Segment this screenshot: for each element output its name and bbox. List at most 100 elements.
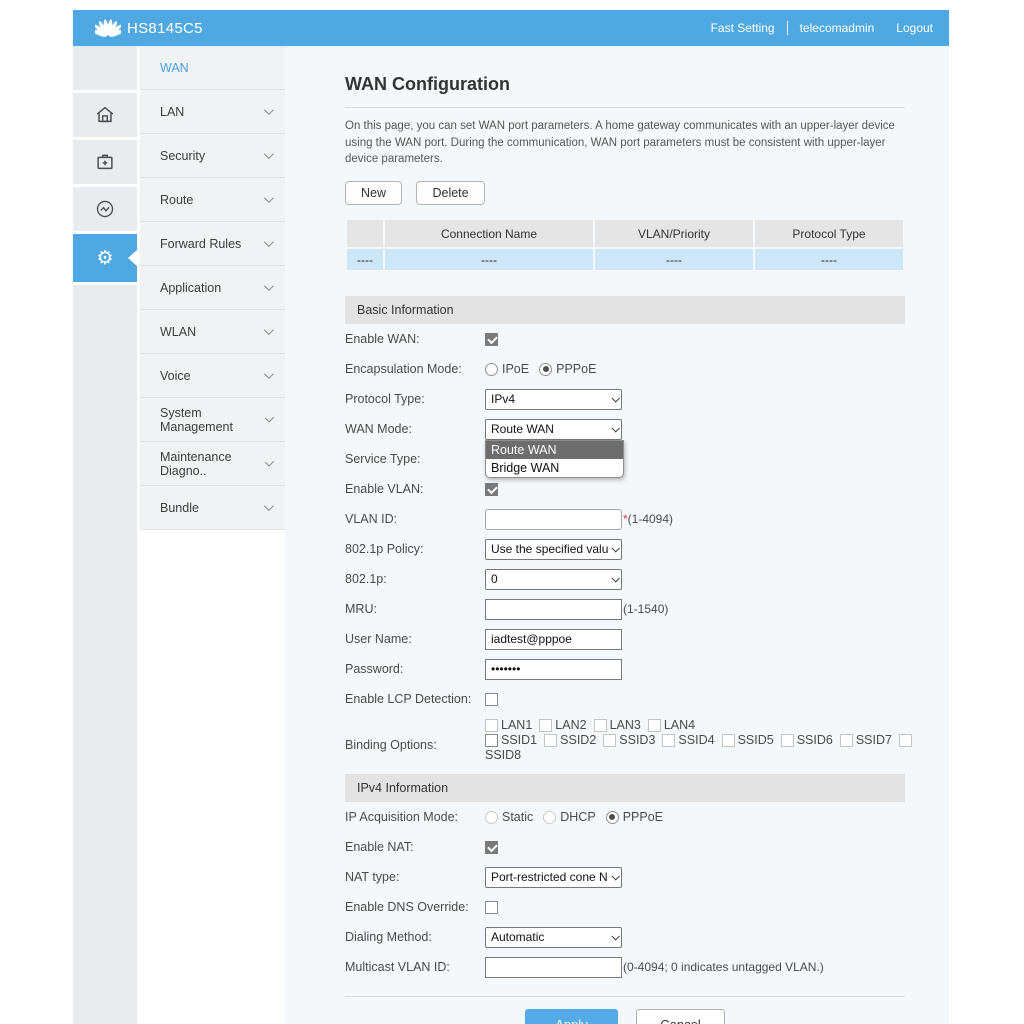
chevron-down-icon	[611, 394, 619, 402]
nat-type-row: NAT type: Port-restricted cone N	[345, 862, 905, 892]
mru-input[interactable]	[485, 599, 622, 620]
wan-connections-table: Connection Name VLAN/Priority Protocol T…	[345, 218, 905, 272]
header-divider	[787, 21, 788, 35]
sidebar-item-system-management[interactable]: System Management	[140, 398, 285, 442]
sidebar-item-application[interactable]: Application	[140, 266, 285, 310]
logged-in-username: telecomadmin	[800, 21, 875, 35]
chevron-down-icon	[611, 932, 619, 940]
huawei-logo-icon	[95, 16, 121, 40]
user-name-row: User Name:	[345, 624, 905, 654]
pppoe-radio[interactable]	[539, 363, 552, 376]
wan-mode-select[interactable]: Route WAN	[485, 419, 622, 440]
sidebar-item-wlan[interactable]: WLAN	[140, 310, 285, 354]
lcp-detection-checkbox[interactable]	[485, 693, 498, 706]
table-header-row: Connection Name VLAN/Priority Protocol T…	[347, 220, 903, 247]
sidebar-menu: WAN LAN Security Route Forward Rules App…	[140, 46, 285, 1024]
chevron-down-icon	[264, 149, 274, 159]
lan4-checkbox	[648, 719, 661, 732]
sidebar-item-security[interactable]: Security	[140, 134, 285, 178]
enable-wan-checkbox[interactable]	[485, 333, 498, 346]
8021p-row: 802.1p: 0	[345, 564, 905, 594]
vlan-id-row: VLAN ID: *(1-4094)	[345, 504, 905, 534]
wan-mode-dropdown-list: Route WAN Bridge WAN	[485, 440, 624, 478]
logout-link[interactable]: Logout	[896, 21, 933, 35]
chevron-down-icon	[264, 193, 274, 203]
enable-nat-checkbox[interactable]	[485, 841, 498, 854]
8021p-select[interactable]: 0	[485, 569, 622, 590]
delete-button[interactable]: Delete	[416, 181, 484, 205]
sidebar-item-forward-rules[interactable]: Forward Rules	[140, 222, 285, 266]
sidebar-item-lan[interactable]: LAN	[140, 90, 285, 134]
binding-options-row: Binding Options: LAN1 LAN2 LAN3 LAN4 SSI…	[345, 714, 905, 772]
lan2-checkbox	[539, 719, 552, 732]
apply-button[interactable]: Apply	[525, 1009, 618, 1024]
table-header-protocol-type: Protocol Type	[755, 220, 903, 247]
ssid2-checkbox	[544, 734, 557, 747]
diagnose-gauge-icon[interactable]	[73, 187, 137, 231]
multicast-vlan-input[interactable]	[485, 957, 622, 978]
sidebar-item-wan[interactable]: WAN	[140, 46, 285, 90]
mru-row: MRU: (1-1540)	[345, 594, 905, 624]
sidebar-item-voice[interactable]: Voice	[140, 354, 285, 398]
dialing-method-select[interactable]: Automatic	[485, 927, 622, 948]
device-model-title: HS8145C5	[127, 20, 203, 37]
lan1-checkbox	[485, 719, 498, 732]
multicast-vlan-row: Multicast VLAN ID: (0-4094; 0 indicates …	[345, 952, 905, 982]
password-input[interactable]	[485, 659, 622, 680]
gear-icon: ⚙	[96, 249, 113, 268]
table-cell: ----	[347, 249, 383, 270]
table-cell: ----	[595, 249, 753, 270]
ipoe-radio[interactable]	[485, 363, 498, 376]
protocol-type-row: Protocol Type: IPv4	[345, 384, 905, 414]
sidebar-item-route[interactable]: Route	[140, 178, 285, 222]
ssid4-checkbox	[662, 734, 675, 747]
user-name-input[interactable]	[485, 629, 622, 650]
service-type-row: Service Type:	[345, 444, 905, 474]
ssid1-checkbox[interactable]	[485, 734, 498, 747]
chevron-down-icon	[611, 424, 619, 432]
ssid5-checkbox	[722, 734, 735, 747]
encapsulation-mode-row: Encapsulation Mode: IPoE PPPoE	[345, 354, 905, 384]
fast-setting-link[interactable]: Fast Setting	[711, 21, 775, 35]
dropdown-option-route-wan[interactable]: Route WAN	[486, 441, 623, 459]
table-header-vlan-priority: VLAN/Priority	[595, 220, 753, 247]
dns-override-row: Enable DNS Override:	[345, 892, 905, 922]
pppoe-acquisition-radio[interactable]	[606, 811, 619, 824]
chevron-down-icon	[611, 872, 619, 880]
dropdown-option-bridge-wan[interactable]: Bridge WAN	[486, 459, 623, 477]
table-row[interactable]: ---- ---- ---- ----	[347, 249, 903, 270]
static-radio	[485, 811, 498, 824]
chevron-down-icon	[264, 501, 274, 511]
dns-override-checkbox[interactable]	[485, 901, 498, 914]
8021p-policy-row: 802.1p Policy: Use the specified valu	[345, 534, 905, 564]
vlan-id-input[interactable]	[485, 509, 622, 530]
sidebar-item-bundle[interactable]: Bundle	[140, 486, 285, 530]
lcp-detection-row: Enable LCP Detection:	[345, 684, 905, 714]
router-admin-page: HS8145C5 Fast Setting telecomadmin Logou…	[0, 0, 1024, 1024]
sidebar-item-maintenance-diagnose[interactable]: Maintenance Diagno..	[140, 442, 285, 486]
title-divider	[345, 107, 905, 108]
table-header-select	[347, 220, 383, 247]
chevron-down-icon	[264, 325, 274, 335]
ssid8-label: SSID8	[485, 748, 521, 762]
new-button[interactable]: New	[345, 181, 402, 205]
protocol-type-select[interactable]: IPv4	[485, 389, 622, 410]
service-kit-icon[interactable]	[73, 140, 137, 184]
top-header-bar: HS8145C5 Fast Setting telecomadmin Logou…	[73, 10, 949, 46]
ssid3-checkbox	[603, 734, 616, 747]
chevron-down-icon	[611, 544, 619, 552]
dhcp-radio	[543, 811, 556, 824]
ssid6-checkbox	[781, 734, 794, 747]
enable-nat-row: Enable NAT:	[345, 832, 905, 862]
home-icon[interactable]	[73, 93, 137, 137]
cancel-button[interactable]: Cancel	[636, 1009, 724, 1024]
settings-gear-icon[interactable]: ⚙	[73, 234, 137, 282]
nat-type-select[interactable]: Port-restricted cone N	[485, 867, 622, 888]
section-basic-information: Basic Information	[345, 296, 905, 324]
wan-mode-row: WAN Mode: Route WAN Route WAN Bridge WAN	[345, 414, 905, 444]
page-description: On this page, you can set WAN port param…	[345, 118, 905, 168]
password-row: Password:	[345, 654, 905, 684]
enable-vlan-checkbox[interactable]	[485, 483, 498, 496]
8021p-policy-select[interactable]: Use the specified valu	[485, 539, 622, 560]
footer-divider	[345, 996, 905, 997]
